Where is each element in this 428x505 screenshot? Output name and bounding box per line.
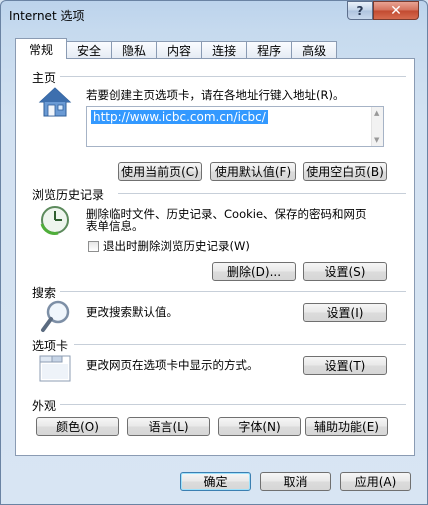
url-scrollbar[interactable]: ▲ ▼ bbox=[371, 107, 383, 146]
history-section-label: 浏览历史记录 bbox=[32, 188, 105, 202]
delete-history-button[interactable]: 删除(D)... bbox=[212, 262, 296, 281]
apply-button[interactable]: 应用(A) bbox=[340, 472, 411, 491]
search-settings-button[interactable]: 设置(I) bbox=[303, 303, 387, 322]
tab-advanced[interactable]: 高级 bbox=[291, 41, 338, 59]
delete-on-exit-label: 退出时删除浏览历史记录(W) bbox=[103, 239, 250, 253]
tabs-divider bbox=[74, 344, 406, 345]
home-icon bbox=[38, 87, 72, 117]
tabs-window-icon bbox=[39, 355, 71, 382]
search-description: 更改搜索默认值。 bbox=[86, 305, 178, 319]
accessibility-button[interactable]: 辅助功能(E) bbox=[305, 417, 388, 436]
colors-button[interactable]: 颜色(O) bbox=[36, 417, 119, 436]
tab-strip: 常规 安全 隐私 内容 连接 程序 高级 bbox=[15, 38, 338, 59]
scroll-up-icon[interactable]: ▲ bbox=[374, 109, 379, 117]
home-section-label: 主页 bbox=[32, 71, 57, 85]
tab-general[interactable]: 常规 bbox=[15, 38, 68, 59]
history-divider bbox=[118, 193, 406, 194]
home-description: 若要创建主页选项卡，请在各地址行键入地址(R)。 bbox=[86, 88, 345, 102]
general-tab-panel: 主页 若要创建主页选项卡，请在各地址行键入地址(R)。 http://www.i… bbox=[15, 58, 415, 456]
tabs-settings-button[interactable]: 设置(T) bbox=[303, 356, 387, 375]
tab-privacy[interactable]: 隐私 bbox=[111, 41, 158, 59]
appearance-section-label: 外观 bbox=[32, 399, 57, 413]
home-divider bbox=[60, 76, 406, 77]
use-blank-button[interactable]: 使用空白页(B) bbox=[303, 162, 387, 181]
ok-button[interactable]: 确定 bbox=[180, 472, 251, 491]
close-button[interactable]: ✕ bbox=[373, 1, 419, 20]
help-button[interactable]: ? bbox=[347, 1, 373, 20]
use-default-button[interactable]: 使用默认值(F) bbox=[210, 162, 296, 181]
appearance-divider bbox=[60, 404, 406, 405]
history-clock-icon bbox=[40, 206, 69, 235]
tab-security[interactable]: 安全 bbox=[66, 41, 113, 59]
internet-options-dialog: Internet 选项 ? ✕ 常规 安全 隐私 内容 连接 程序 高级 主页 … bbox=[0, 0, 428, 505]
magnifier-icon bbox=[41, 300, 70, 332]
search-divider bbox=[60, 291, 406, 292]
languages-button[interactable]: 语言(L) bbox=[127, 417, 210, 436]
home-url-value: http://www.icbc.com.cn/icbc/ bbox=[91, 110, 268, 124]
history-description-line2: 表单信息。 bbox=[86, 219, 144, 233]
fonts-button[interactable]: 字体(N) bbox=[218, 417, 301, 436]
tab-connections[interactable]: 连接 bbox=[201, 41, 248, 59]
tab-programs[interactable]: 程序 bbox=[246, 41, 293, 59]
history-settings-button[interactable]: 设置(S) bbox=[303, 262, 387, 281]
delete-on-exit-checkbox[interactable] bbox=[88, 241, 99, 252]
cancel-button[interactable]: 取消 bbox=[260, 472, 331, 491]
window-title: Internet 选项 bbox=[9, 9, 85, 23]
tab-content[interactable]: 内容 bbox=[156, 41, 203, 59]
use-current-button[interactable]: 使用当前页(C) bbox=[118, 162, 202, 181]
tabs-description: 更改网页在选项卡中显示的方式。 bbox=[86, 358, 259, 372]
scroll-down-icon[interactable]: ▼ bbox=[374, 136, 379, 144]
home-url-textarea[interactable]: http://www.icbc.com.cn/icbc/ ▲ ▼ bbox=[86, 106, 384, 147]
